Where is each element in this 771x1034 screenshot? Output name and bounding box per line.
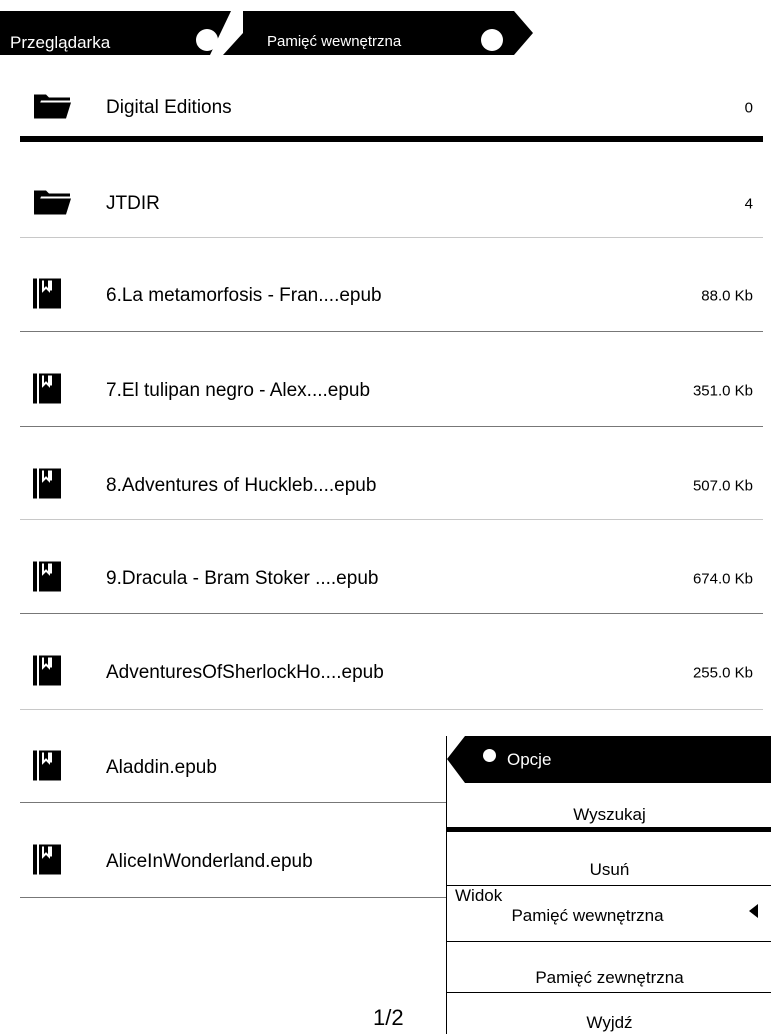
book-icon xyxy=(32,468,62,505)
file-size: 255.0 Kb xyxy=(692,664,753,682)
breadcrumb-dot-icon xyxy=(196,29,218,51)
menu-divider xyxy=(447,941,771,942)
book-icon xyxy=(32,561,62,598)
breadcrumb-item-internal-memory[interactable]: Pamięć wewnętrzna xyxy=(267,33,401,50)
file-row[interactable]: AdventuresOfSherlockHo....epub 255.0 Kb xyxy=(20,627,763,719)
folder-icon xyxy=(32,93,72,124)
book-icon xyxy=(32,373,62,410)
folder-icon xyxy=(32,189,72,220)
page-number: 1/2 xyxy=(373,1005,404,1030)
file-row[interactable]: 7.El tulipan negro - Alex....epub 351.0 K… xyxy=(20,345,763,437)
row-divider xyxy=(20,426,763,427)
breadcrumb-item-browser[interactable]: Przeglądarka xyxy=(10,33,110,53)
book-icon xyxy=(32,278,62,315)
file-size: 0 xyxy=(744,99,753,117)
file-size: 4 xyxy=(744,195,753,213)
file-name: Aladdin.epub xyxy=(106,757,217,778)
view-value: Pamięć wewnętrzna xyxy=(511,906,664,925)
options-menu-title: Opcje xyxy=(507,750,552,769)
external-memory-menu-item[interactable]: Pamięć zewnętrzna xyxy=(447,968,771,988)
menu-divider xyxy=(447,992,771,993)
breadcrumb: Przeglądarka Pamięć wewnętrzna xyxy=(0,0,540,66)
file-name: 7.El tulipan negro - Alex....epub xyxy=(106,380,371,401)
book-icon xyxy=(32,844,62,881)
exit-menu-item[interactable]: Wyjdź xyxy=(447,1013,771,1033)
search-menu-item[interactable]: Wyszukaj xyxy=(447,805,771,825)
row-divider xyxy=(20,519,763,520)
file-name: JTDIR xyxy=(106,193,160,214)
file-name: 6.La metamorfosis - Fran....epub xyxy=(106,285,382,306)
file-size: 507.0 Kb xyxy=(692,477,753,495)
row-divider xyxy=(20,802,446,803)
book-icon xyxy=(32,750,62,787)
row-divider xyxy=(20,136,763,142)
file-name: 8.Adventures of Huckleb....epub xyxy=(106,475,377,496)
row-divider xyxy=(20,709,763,710)
options-menu-header[interactable]: Opcje xyxy=(447,736,771,783)
back-arrow-icon xyxy=(447,736,487,783)
menu-divider xyxy=(447,827,771,832)
options-menu: Opcje Wyszukaj Usuń Widok Pamięć wewnętr… xyxy=(446,736,771,1034)
file-size: 88.0 Kb xyxy=(701,287,753,305)
row-divider xyxy=(20,237,763,238)
file-size: 674.0 Kb xyxy=(692,570,753,588)
file-name: Digital Editions xyxy=(106,97,232,118)
file-size: 351.0 Kb xyxy=(692,382,753,400)
view-label: Widok xyxy=(455,886,503,905)
file-row[interactable]: 6.La metamorfosis - Fran....epub 88.0 Kb xyxy=(20,250,763,342)
menu-dot-icon xyxy=(483,749,496,762)
file-name: AliceInWonderland.epub xyxy=(106,851,313,872)
book-icon xyxy=(32,655,62,692)
delete-menu-item[interactable]: Usuń xyxy=(447,860,771,880)
breadcrumb-dot-icon xyxy=(481,29,503,51)
file-name: AdventuresOfSherlockHo....epub xyxy=(106,662,384,683)
file-name: 9.Dracula - Bram Stoker ....epub xyxy=(106,568,379,589)
file-row[interactable]: 9.Dracula - Bram Stoker ....epub 674.0 Kb xyxy=(20,533,763,625)
row-divider xyxy=(20,613,763,614)
chevron-left-icon xyxy=(749,904,758,918)
row-divider xyxy=(20,331,763,332)
row-divider xyxy=(20,897,446,898)
